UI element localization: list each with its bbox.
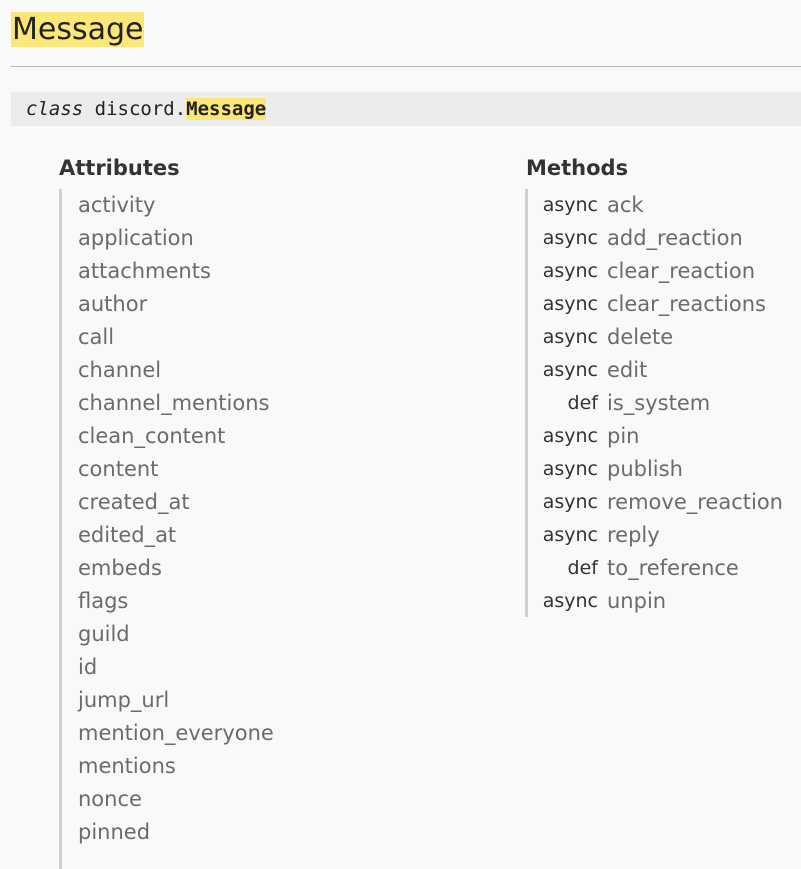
attribute-link[interactable]: mentions [78,754,176,778]
method-type: async [542,260,598,282]
method-item: async edit [528,354,783,387]
method-link[interactable]: clear_reaction [607,255,755,288]
method-type: async [542,425,598,447]
method-link[interactable]: reply [607,519,660,552]
method-type: async [542,194,598,216]
method-type: def [567,392,598,414]
method-link[interactable]: is_system [607,387,710,420]
method-type: async [542,326,598,348]
attribute-item: embeds [78,552,274,585]
class-name: Message [186,98,267,120]
method-item: def to_reference [528,552,783,585]
method-item: async add_reaction [528,222,783,255]
attribute-link[interactable]: content [78,457,158,481]
method-link[interactable]: pin [607,420,639,453]
attribute-item: edited_at [78,519,274,552]
method-item: async publish [528,453,783,486]
attribute-link[interactable]: guild [78,622,130,646]
method-link[interactable]: remove_reaction [607,486,783,519]
method-link[interactable]: unpin [607,585,666,618]
attribute-item: mentions [78,750,274,783]
method-item: async unpin [528,585,783,618]
method-type: async [542,293,598,315]
attribute-item: mention_everyone [78,717,274,750]
attribute-item: jump_url [78,684,274,717]
method-type: async [542,359,598,381]
class-module: discord. [94,98,187,120]
attribute-item: nonce [78,783,274,816]
attribute-item: channel_mentions [78,387,274,420]
class-signature: class discord.Message [11,92,801,126]
method-link[interactable]: to_reference [607,552,739,585]
class-keyword: class [26,98,84,120]
attributes-list: activity application attachments author call… [59,189,274,869]
method-type: async [542,590,598,612]
method-type: async [542,458,598,480]
attribute-link[interactable]: activity [78,193,155,217]
attribute-link[interactable]: jump_url [78,688,169,712]
attribute-item: id [78,651,274,684]
attribute-link[interactable]: pinned [78,820,150,844]
attribute-item: guild [78,618,274,651]
attribute-link[interactable]: channel [78,358,161,382]
attribute-link[interactable]: flags [78,589,128,613]
method-link[interactable]: publish [607,453,683,486]
methods-heading: Methods [526,156,629,180]
method-link[interactable]: clear_reactions [607,288,766,321]
attribute-link[interactable]: application [78,226,194,250]
method-item: async clear_reaction [528,255,783,288]
method-item: async reply [528,519,783,552]
attributes-heading: Attributes [59,156,180,180]
method-item: async clear_reactions [528,288,783,321]
method-link[interactable]: ack [607,189,644,222]
method-item: def is_system [528,387,783,420]
page-title-text: Message [11,12,145,47]
attribute-link[interactable]: mention_everyone [78,721,274,745]
attribute-link[interactable]: clean_content [78,424,225,448]
method-type: def [567,557,598,579]
attribute-item: clean_content [78,420,274,453]
method-type: async [542,524,598,546]
attribute-item: author [78,288,274,321]
attribute-link[interactable]: created_at [78,490,190,514]
method-link[interactable]: delete [607,321,673,354]
attribute-item: content [78,453,274,486]
method-link[interactable]: add_reaction [607,222,743,255]
method-link[interactable]: edit [607,354,647,387]
attribute-link[interactable]: embeds [78,556,162,580]
method-item: async delete [528,321,783,354]
attribute-item: call [78,321,274,354]
attribute-item: pinned [78,816,274,849]
attribute-item: activity [78,189,274,222]
attribute-link[interactable]: channel_mentions [78,391,269,415]
attribute-link[interactable]: author [78,292,147,316]
attribute-link[interactable]: id [78,655,97,679]
attribute-link[interactable]: attachments [78,259,211,283]
attribute-item: flags [78,585,274,618]
method-type: async [542,491,598,513]
attribute-link[interactable]: nonce [78,787,142,811]
attribute-item: attachments [78,255,274,288]
attribute-link[interactable]: call [78,325,114,349]
page-title: Message [11,10,145,50]
method-type: async [542,227,598,249]
attribute-item: created_at [78,486,274,519]
attribute-link[interactable]: edited_at [78,523,176,547]
title-divider [11,66,801,67]
method-item: async ack [528,189,783,222]
attribute-item: channel [78,354,274,387]
method-item: async remove_reaction [528,486,783,519]
attribute-item: application [78,222,274,255]
method-item: async pin [528,420,783,453]
methods-list: async ack async add_reaction async clear_reac… [525,189,783,617]
